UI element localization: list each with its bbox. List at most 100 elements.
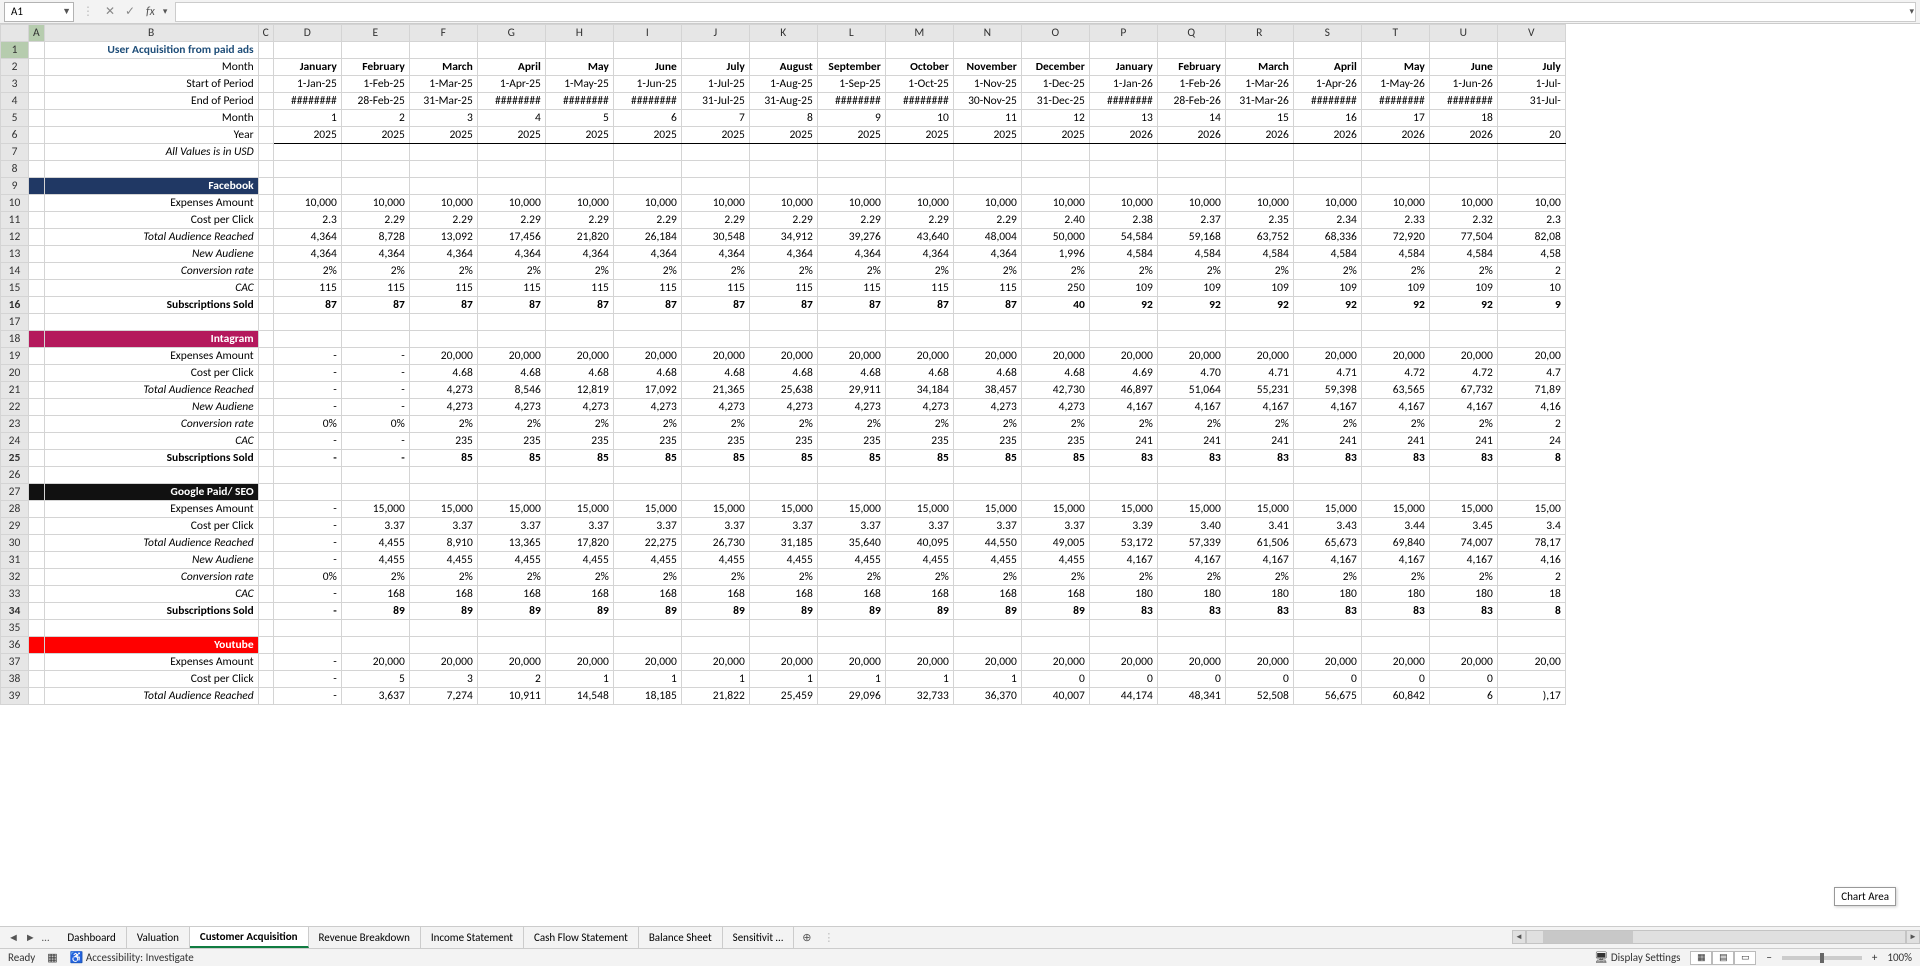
cell[interactable]: 87 bbox=[341, 297, 409, 314]
display-settings[interactable]: 🖥 Display Settings bbox=[1594, 951, 1680, 964]
cell[interactable]: 20,00 bbox=[1497, 654, 1565, 671]
cell[interactable]: 4,455 bbox=[341, 552, 409, 569]
cell[interactable]: Expenses Amount bbox=[44, 348, 258, 365]
cell[interactable]: 4,16 bbox=[1497, 399, 1565, 416]
cell[interactable] bbox=[258, 586, 273, 603]
cell[interactable]: 4,167 bbox=[1225, 399, 1293, 416]
cell[interactable]: 2% bbox=[341, 263, 409, 280]
cell[interactable]: 2% bbox=[1089, 263, 1157, 280]
cell[interactable] bbox=[273, 161, 341, 178]
col-header[interactable]: V bbox=[1497, 25, 1565, 42]
cell[interactable] bbox=[258, 518, 273, 535]
cell[interactable]: 168 bbox=[885, 586, 953, 603]
cell[interactable] bbox=[817, 178, 885, 195]
cell[interactable]: 2% bbox=[409, 416, 477, 433]
cell[interactable]: 3 bbox=[409, 671, 477, 688]
cell[interactable]: 15,000 bbox=[613, 501, 681, 518]
cell[interactable] bbox=[1225, 620, 1293, 637]
cell[interactable]: 2.3 bbox=[1497, 212, 1565, 229]
cell[interactable] bbox=[1225, 637, 1293, 654]
cell[interactable]: 21,820 bbox=[545, 229, 613, 246]
cell[interactable]: 10,000 bbox=[1429, 195, 1497, 212]
row-header[interactable]: 25 bbox=[1, 450, 29, 467]
cell[interactable]: 89 bbox=[953, 603, 1021, 620]
cell[interactable]: 2% bbox=[1361, 569, 1429, 586]
row-header[interactable]: 23 bbox=[1, 416, 29, 433]
cell[interactable]: 115 bbox=[749, 280, 817, 297]
cell[interactable] bbox=[258, 416, 273, 433]
cell[interactable]: 2% bbox=[1225, 569, 1293, 586]
cell[interactable]: 1-Nov-25 bbox=[953, 76, 1021, 93]
view-normal-icon[interactable]: ▦ bbox=[1690, 951, 1712, 965]
cell[interactable] bbox=[1089, 314, 1157, 331]
cell[interactable]: 20,000 bbox=[1293, 348, 1361, 365]
cell[interactable]: 1 bbox=[817, 671, 885, 688]
cell[interactable]: 10,000 bbox=[477, 195, 545, 212]
col-header[interactable]: U bbox=[1429, 25, 1497, 42]
cell[interactable]: 115 bbox=[953, 280, 1021, 297]
cell[interactable]: 2% bbox=[749, 263, 817, 280]
cell[interactable] bbox=[1497, 671, 1565, 688]
cell[interactable] bbox=[1497, 144, 1565, 161]
cell[interactable]: 15,000 bbox=[341, 501, 409, 518]
cell[interactable]: 4,455 bbox=[477, 552, 545, 569]
cell[interactable]: 36,370 bbox=[953, 688, 1021, 705]
cell[interactable]: 20,000 bbox=[1225, 348, 1293, 365]
cell[interactable]: 2% bbox=[817, 569, 885, 586]
cell[interactable]: 35,640 bbox=[817, 535, 885, 552]
cell[interactable] bbox=[29, 178, 45, 195]
col-header[interactable]: K bbox=[749, 25, 817, 42]
cell[interactable]: - bbox=[341, 348, 409, 365]
cell[interactable]: 26,184 bbox=[613, 229, 681, 246]
cell[interactable]: Total Audience Reached bbox=[44, 229, 258, 246]
cell[interactable]: 10,000 bbox=[1021, 195, 1089, 212]
cell[interactable]: 109 bbox=[1157, 280, 1225, 297]
cell[interactable]: 109 bbox=[1361, 280, 1429, 297]
cell[interactable] bbox=[258, 603, 273, 620]
cell[interactable] bbox=[273, 467, 341, 484]
row-header[interactable]: 4 bbox=[1, 93, 29, 110]
cell[interactable]: 2% bbox=[1225, 263, 1293, 280]
cell[interactable] bbox=[1225, 161, 1293, 178]
cell[interactable]: ######## bbox=[613, 93, 681, 110]
cell[interactable] bbox=[885, 42, 953, 59]
cell[interactable] bbox=[477, 484, 545, 501]
cell[interactable] bbox=[1497, 467, 1565, 484]
cell[interactable]: 4.71 bbox=[1293, 365, 1361, 382]
cell[interactable] bbox=[1021, 331, 1089, 348]
cell[interactable] bbox=[29, 297, 45, 314]
cell[interactable] bbox=[1089, 637, 1157, 654]
cell[interactable]: 0 bbox=[1293, 671, 1361, 688]
cell[interactable] bbox=[273, 620, 341, 637]
col-header[interactable]: M bbox=[885, 25, 953, 42]
cell[interactable]: 20,000 bbox=[613, 654, 681, 671]
cell[interactable]: 20,000 bbox=[1157, 654, 1225, 671]
cell[interactable]: 83 bbox=[1225, 450, 1293, 467]
cell[interactable]: Subscriptions Sold bbox=[44, 603, 258, 620]
cell[interactable]: April bbox=[477, 59, 545, 76]
cell[interactable]: 10,00 bbox=[1497, 195, 1565, 212]
cell[interactable] bbox=[1361, 331, 1429, 348]
cell[interactable]: 8 bbox=[1497, 603, 1565, 620]
cell[interactable] bbox=[885, 178, 953, 195]
cell[interactable]: 168 bbox=[341, 586, 409, 603]
cell[interactable]: 28-Feb-26 bbox=[1157, 93, 1225, 110]
cell[interactable]: 4.68 bbox=[545, 365, 613, 382]
cell[interactable]: 2025 bbox=[477, 127, 545, 144]
cell[interactable]: 1 bbox=[885, 671, 953, 688]
cell[interactable]: 2% bbox=[1293, 569, 1361, 586]
cell[interactable]: 1-Feb-25 bbox=[341, 76, 409, 93]
cell[interactable] bbox=[817, 144, 885, 161]
cell[interactable]: 4,455 bbox=[1021, 552, 1089, 569]
cell[interactable]: 6 bbox=[613, 110, 681, 127]
cell[interactable]: 3.37 bbox=[817, 518, 885, 535]
cell[interactable]: 31,185 bbox=[749, 535, 817, 552]
cell[interactable] bbox=[749, 42, 817, 59]
cell[interactable]: 2.33 bbox=[1361, 212, 1429, 229]
cell[interactable] bbox=[1089, 161, 1157, 178]
cell[interactable]: 168 bbox=[613, 586, 681, 603]
macro-icon[interactable]: ▦ bbox=[47, 951, 57, 964]
cell[interactable]: 4,364 bbox=[545, 246, 613, 263]
row-header[interactable]: 10 bbox=[1, 195, 29, 212]
cell[interactable]: 10,000 bbox=[273, 195, 341, 212]
